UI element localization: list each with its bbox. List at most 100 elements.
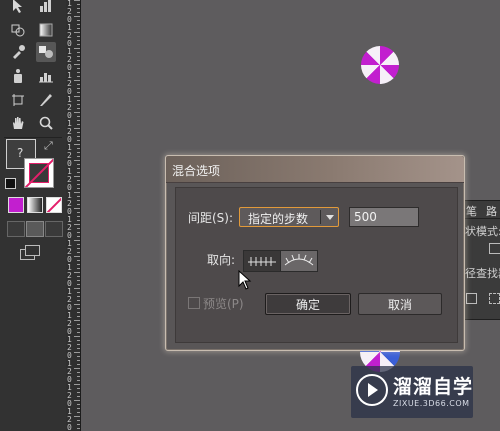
background-panel: 笔 路 状模式: 径查找器 (462, 200, 500, 320)
ruler-tick (74, 256, 80, 257)
ruler-tick (74, 144, 80, 145)
ruler-tick (77, 132, 80, 133)
ruler-tick (77, 252, 80, 253)
ruler-tick (74, 288, 80, 289)
align-to-page-icon (248, 257, 276, 266)
ruler-tick (74, 336, 80, 337)
ruler-tick (74, 64, 80, 65)
ruler-tick (74, 224, 80, 225)
none-slash-small (47, 198, 61, 212)
ruler-tick (77, 284, 80, 285)
ruler-tick (77, 136, 80, 137)
vertical-ruler[interactable]: 1201201201201201201201201201201201201201… (66, 0, 81, 431)
spacing-label: 间距(S): (188, 211, 234, 225)
ruler-tick (74, 0, 80, 1)
ruler-tick (77, 120, 80, 121)
spacing-dropdown[interactable]: 指定的步数 (239, 207, 339, 227)
blend-tool-icon[interactable] (36, 42, 56, 62)
ruler-tick (74, 304, 80, 305)
tools-panel: ? ⤢ (0, 0, 67, 431)
gradient-icon[interactable] (36, 20, 56, 40)
ruler-tick (77, 12, 80, 13)
screen-mode-icon[interactable] (20, 245, 40, 260)
ruler-tick (77, 244, 80, 245)
align-to-page-button[interactable] (243, 250, 281, 272)
symbol-sprayer-icon[interactable] (8, 66, 28, 86)
panel-shape-mode-label: 状模式: (465, 225, 500, 238)
ok-button[interactable]: 确定 (265, 293, 351, 315)
unknown-fill-label: ? (17, 146, 24, 160)
draw-inside-icon[interactable] (45, 221, 63, 237)
panel-divider (463, 218, 500, 219)
preview-checkbox[interactable] (188, 297, 200, 309)
hand-icon[interactable] (8, 113, 28, 133)
ruler-tick (77, 296, 80, 297)
ruler-tick (74, 128, 80, 129)
panel-pathfinder-icon-1[interactable] (466, 293, 477, 304)
watermark-brand: 溜溜自学 (393, 376, 474, 398)
ruler-tick (77, 164, 80, 165)
ruler-tick (77, 344, 80, 345)
ruler-tick (77, 124, 80, 125)
ruler-tick (77, 100, 80, 101)
ruler-tick (77, 180, 80, 181)
direct-selection-icon[interactable] (8, 0, 28, 16)
dialog-titlebar[interactable]: 混合选项 (166, 156, 464, 183)
ruler-tick (77, 28, 80, 29)
ruler-tick (77, 248, 80, 249)
gradient-mode-button[interactable] (27, 197, 43, 213)
ruler-tick (77, 216, 80, 217)
column-graph-icon[interactable] (36, 66, 56, 86)
ruler-tick (77, 364, 80, 365)
ruler-tick (74, 32, 80, 33)
artboard-icon[interactable] (8, 90, 28, 110)
candy-object-top[interactable] (361, 46, 399, 84)
cancel-button[interactable]: 取消 (358, 293, 442, 315)
swap-fill-stroke-icon[interactable]: ⤢ (44, 139, 53, 153)
ruler-tick (77, 4, 80, 5)
draw-behind-icon[interactable] (26, 221, 44, 237)
ruler-number: 0 (67, 423, 72, 431)
panel-tab-stroke[interactable]: 笔 (466, 203, 477, 219)
eyedropper-icon[interactable] (8, 42, 28, 62)
ruler-tick (77, 300, 80, 301)
ruler-tick (77, 232, 80, 233)
ruler-tick (77, 72, 80, 73)
zoom-icon[interactable] (36, 113, 56, 133)
ruler-tick (77, 20, 80, 21)
play-logo-icon (356, 374, 388, 406)
color-mode-button[interactable] (8, 197, 24, 213)
watermark-url: ZIXUE.3D66.COM (393, 399, 470, 408)
bar-chart-icon[interactable] (36, 0, 56, 16)
blend-options-dialog: 混合选项 间距(S): 指定的步数 500 取向: 预览(P) 确定 取消 (165, 155, 465, 351)
steps-input[interactable]: 500 (349, 207, 419, 227)
panel-shape-icon[interactable] (489, 243, 500, 254)
ruler-tick (77, 348, 80, 349)
ruler-tick (74, 192, 80, 193)
ruler-tick (77, 308, 80, 309)
align-to-path-button[interactable] (280, 250, 318, 272)
shape-builder-icon[interactable] (8, 20, 28, 40)
ruler-tick (77, 52, 80, 53)
default-colors-icon[interactable] (5, 178, 16, 189)
cancel-button-label: 取消 (387, 297, 412, 312)
preview-label: 预览(P) (203, 297, 244, 311)
stroke-swatch[interactable] (24, 158, 54, 188)
ruler-tick (77, 356, 80, 357)
ruler-tick (77, 404, 80, 405)
ruler-tick (74, 240, 80, 241)
ruler-tick (77, 380, 80, 381)
ruler-tick (77, 184, 80, 185)
ruler-tick (77, 332, 80, 333)
panel-pathfinder-icon-2[interactable] (489, 293, 500, 304)
ruler-tick (77, 264, 80, 265)
dropdown-separator (320, 210, 321, 224)
panel-tab-path[interactable]: 路 (486, 203, 497, 219)
watermark: 溜溜自学 ZIXUE.3D66.COM (351, 366, 473, 418)
none-mode-button[interactable] (46, 197, 62, 213)
slice-icon[interactable] (36, 90, 56, 110)
draw-normal-icon[interactable] (7, 221, 25, 237)
ruler-tick (77, 24, 80, 25)
ruler-tick (77, 412, 80, 413)
ruler-tick (77, 116, 80, 117)
